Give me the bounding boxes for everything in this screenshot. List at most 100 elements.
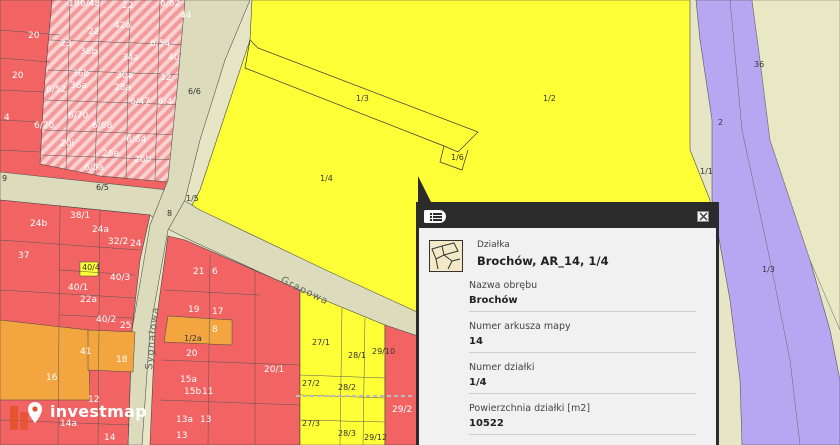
svg-text:42a: 42a	[114, 21, 131, 31]
svg-text:15b: 15b	[184, 387, 201, 397]
svg-text:27/1: 27/1	[312, 338, 330, 347]
field-label: Nazwa obrębu	[469, 280, 538, 291]
svg-text:27/2: 27/2	[302, 379, 320, 388]
svg-text:18: 18	[116, 355, 128, 365]
svg-text:32: 32	[160, 73, 171, 83]
svg-text:44: 44	[180, 11, 192, 21]
parcel-map-icon	[429, 240, 463, 272]
svg-text:1/3: 1/3	[356, 94, 369, 103]
field-label: Numer arkusza mapy	[469, 321, 571, 332]
svg-text:17: 17	[212, 307, 223, 317]
svg-text:15a: 15a	[180, 375, 197, 385]
svg-text:1/6: 1/6	[451, 153, 464, 162]
field-value: 10522	[469, 418, 504, 429]
svg-text:2: 2	[718, 118, 723, 127]
svg-text:1/3: 1/3	[762, 265, 775, 274]
svg-text:6/70: 6/70	[34, 121, 54, 131]
svg-text:6/54: 6/54	[150, 39, 170, 49]
svg-text:8: 8	[167, 209, 172, 218]
svg-text:6/5a: 6/5a	[84, 163, 104, 173]
field-numer-dzialki: Numer działki 1/4	[469, 362, 696, 394]
popup-title: Brochów, AR_14, 1/4	[477, 254, 609, 268]
svg-text:14: 14	[104, 433, 116, 443]
logo-text: investmap	[50, 402, 147, 421]
svg-text:11: 11	[202, 387, 213, 397]
svg-text:40/1: 40/1	[68, 283, 88, 293]
svg-text:6/4: 6/4	[158, 97, 173, 107]
svg-text:1/2: 1/2	[543, 94, 556, 103]
close-icon[interactable]	[697, 211, 709, 222]
svg-text:30a: 30a	[116, 71, 133, 81]
svg-text:6/48: 6/48	[80, 0, 100, 9]
svg-text:6/47: 6/47	[130, 97, 150, 107]
svg-text:34a: 34a	[122, 53, 139, 63]
svg-text:29/12: 29/12	[364, 433, 387, 442]
svg-text:40/2: 40/2	[96, 315, 116, 325]
svg-text:20i: 20i	[60, 139, 74, 149]
svg-text:27/3: 27/3	[302, 419, 320, 428]
svg-text:9: 9	[2, 174, 7, 183]
svg-text:6: 6	[212, 267, 218, 277]
svg-text:6/70: 6/70	[68, 111, 88, 121]
svg-text:40: 40	[168, 53, 180, 63]
svg-text:32/2: 32/2	[108, 237, 128, 247]
svg-text:6/5: 6/5	[96, 183, 109, 192]
svg-text:6/6: 6/6	[188, 87, 201, 96]
svg-text:22: 22	[88, 27, 99, 37]
popup-body: Działka Brochów, AR_14, 1/4 Nazwa obrębu…	[419, 228, 716, 445]
svg-text:40/4: 40/4	[82, 263, 100, 272]
investmap-logo: investmap	[8, 398, 158, 432]
svg-text:36a: 36a	[70, 81, 87, 91]
svg-text:28a: 28a	[114, 83, 131, 93]
field-value: 14	[469, 336, 483, 347]
svg-text:41: 41	[80, 347, 91, 357]
svg-text:20: 20	[186, 349, 198, 359]
svg-text:29/10: 29/10	[372, 347, 395, 356]
svg-text:24a: 24a	[92, 225, 109, 235]
svg-text:23: 23	[60, 39, 71, 49]
parcel-info-popup: Działka Brochów, AR_14, 1/4 Nazwa obrębu…	[416, 202, 719, 445]
svg-text:24: 24	[130, 239, 142, 249]
field-value: 1/4	[469, 377, 487, 388]
svg-text:6/52: 6/52	[46, 85, 66, 95]
svg-text:36b: 36b	[72, 69, 89, 79]
svg-text:26b: 26b	[134, 155, 151, 165]
svg-text:18: 18	[68, 0, 80, 9]
svg-text:37: 37	[18, 251, 29, 261]
field-arkusz: Numer arkusza mapy 14	[469, 321, 696, 353]
field-label: Powierzchnia działki [m2]	[469, 403, 591, 414]
svg-text:13: 13	[176, 431, 187, 441]
svg-text:21: 21	[193, 267, 204, 277]
svg-text:16: 16	[46, 373, 58, 383]
svg-text:28/3: 28/3	[338, 429, 356, 438]
field-value: Brochów	[469, 295, 518, 306]
svg-text:38b: 38b	[80, 47, 97, 57]
svg-text:28/2: 28/2	[338, 383, 356, 392]
svg-text:25: 25	[120, 321, 131, 331]
plot-area-orange-sw	[0, 319, 91, 401]
svg-text:13a: 13a	[176, 415, 193, 425]
popup-header	[416, 202, 719, 228]
svg-text:22a: 22a	[80, 295, 97, 305]
svg-text:29/2: 29/2	[392, 405, 412, 415]
svg-text:4: 4	[4, 113, 10, 123]
svg-text:26e: 26e	[102, 149, 119, 159]
popup-pointer	[418, 176, 432, 204]
field-obreb: Nazwa obrębu Brochów	[469, 280, 696, 312]
svg-text:13: 13	[200, 415, 211, 425]
svg-text:20: 20	[12, 71, 24, 81]
svg-text:24b: 24b	[30, 219, 47, 229]
svg-text:20: 20	[28, 31, 40, 41]
svg-text:8: 8	[212, 325, 218, 335]
plot-area-orange-small	[87, 329, 136, 373]
svg-text:19: 19	[188, 305, 200, 315]
logo-mark-icon	[10, 402, 42, 430]
svg-text:38/1: 38/1	[70, 211, 90, 221]
list-icon[interactable]	[424, 210, 446, 223]
svg-text:1/2a: 1/2a	[184, 334, 202, 343]
svg-text:20/1: 20/1	[264, 365, 284, 375]
svg-text:1/1: 1/1	[700, 167, 713, 176]
svg-text:6/62: 6/62	[160, 0, 180, 9]
field-label: Numer działki	[469, 362, 535, 373]
svg-text:6/68: 6/68	[92, 121, 112, 131]
